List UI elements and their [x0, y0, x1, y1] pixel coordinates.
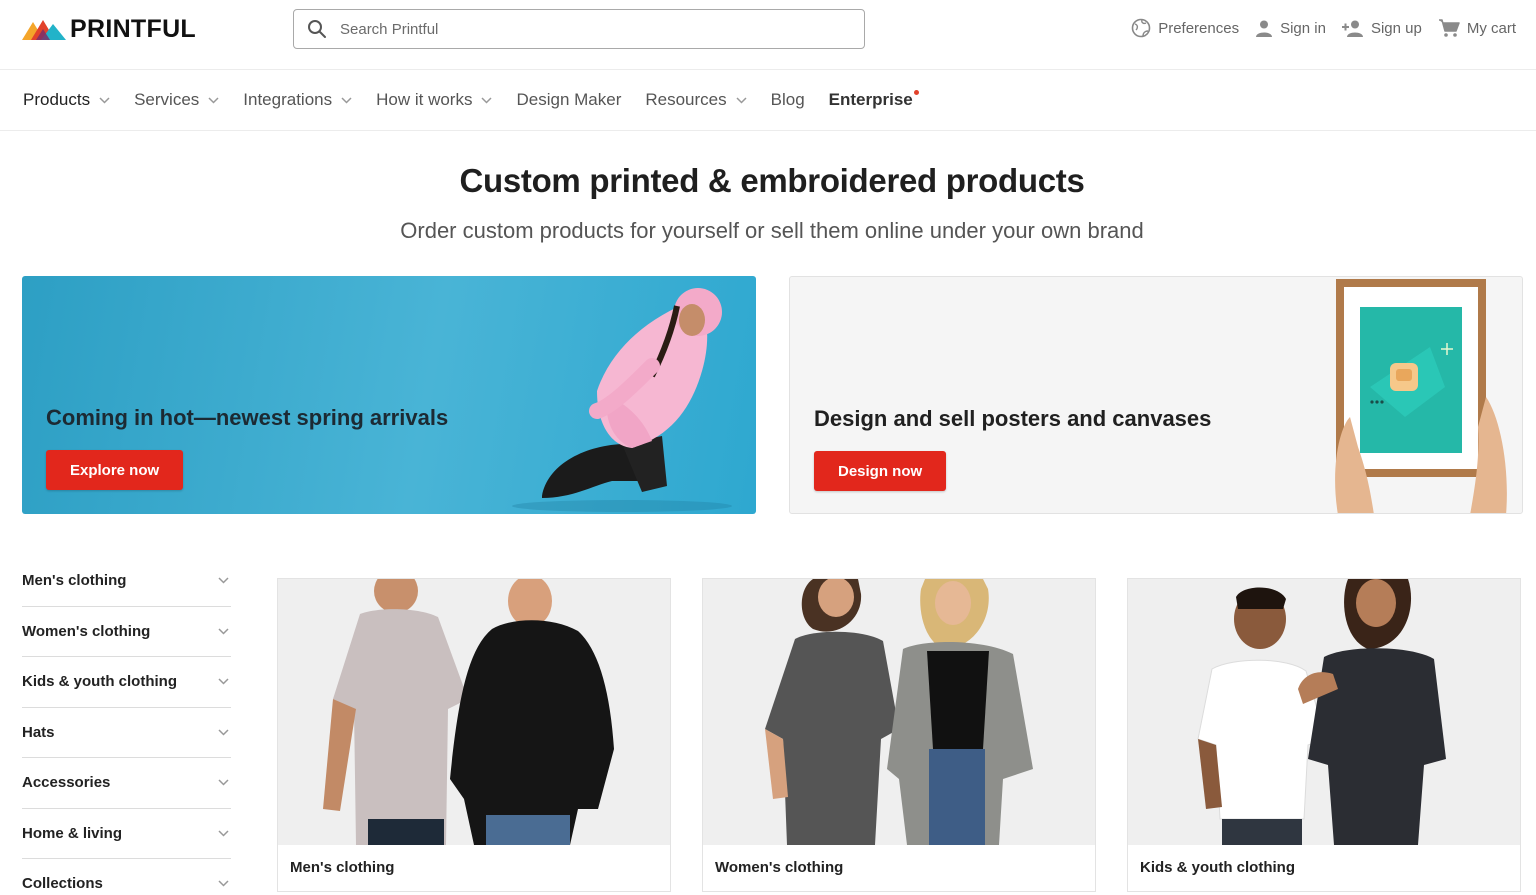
- kids-youth-clothing-image: [1128, 579, 1520, 845]
- nav-enterprise[interactable]: Enterprise: [828, 89, 919, 110]
- nav-products-label: Products: [23, 90, 91, 109]
- sidebar-item-label: Kids & youth clothing: [22, 673, 177, 691]
- sidebar-item-label: Men's clothing: [22, 572, 127, 590]
- chevron-down-icon: [218, 880, 229, 887]
- category-sidebar: Men's clothing Women's clothing Kids & y…: [22, 556, 231, 895]
- sidebar-item-hats[interactable]: Hats: [22, 708, 231, 758]
- sign-in-link[interactable]: Sign in: [1255, 19, 1326, 37]
- search-icon: [308, 20, 326, 38]
- chevron-down-icon: [481, 96, 493, 104]
- cart-icon: [1438, 19, 1460, 37]
- nav-products[interactable]: Products: [23, 90, 110, 110]
- category-card-mens-clothing[interactable]: Men's clothing: [277, 578, 671, 892]
- card-label: Men's clothing: [290, 859, 395, 876]
- category-card-kids-youth-clothing[interactable]: Kids & youth clothing: [1127, 578, 1521, 892]
- page-subtitle: Order custom products for yourself or se…: [400, 218, 1144, 243]
- model-pink-hoodie-image: [512, 288, 732, 512]
- nav-enterprise-label: Enterprise: [828, 90, 913, 109]
- cart-link[interactable]: My cart: [1438, 18, 1516, 38]
- chevron-down-icon: [736, 96, 747, 104]
- top-bar: PRINTFUL Preferences Sign in: [0, 0, 1536, 70]
- nav-blog[interactable]: Blog: [771, 90, 805, 110]
- models-kids-tees-image: [1197, 579, 1446, 845]
- logo-mountains-icon: [22, 20, 66, 40]
- logo-wordmark: PRINTFUL: [70, 14, 196, 43]
- page-title: Custom printed & embroidered products: [459, 162, 1085, 199]
- banner-title: Coming in hot—newest spring arrivals: [46, 405, 449, 430]
- sidebar-item-label: Home & living: [22, 824, 123, 842]
- chevron-down-icon: [99, 96, 110, 104]
- nav-integrations[interactable]: Integrations: [243, 90, 352, 110]
- sidebar-item-collections[interactable]: Collections: [22, 859, 231, 895]
- sidebar-item-kids-youth-clothing[interactable]: Kids & youth clothing: [22, 657, 231, 708]
- chevron-down-icon: [218, 628, 229, 635]
- preferences-label: Preferences: [1158, 19, 1240, 37]
- category-card-womens-clothing[interactable]: Women's clothing: [702, 578, 1096, 892]
- sign-in-label: Sign in: [1280, 19, 1326, 37]
- card-label: Women's clothing: [715, 859, 844, 876]
- models-tshirt-hoodie-image: [323, 579, 614, 845]
- chevron-down-icon: [208, 96, 219, 104]
- top-actions: Preferences Sign in Sign up My cart: [1115, 16, 1516, 40]
- search-input[interactable]: [340, 20, 820, 38]
- chevron-down-icon: [218, 678, 229, 685]
- chevron-down-icon: [218, 577, 229, 584]
- sidebar-item-label: Collections: [22, 875, 103, 893]
- posters-canvases-banner[interactable]: Design and sell posters and canvases Des…: [789, 276, 1523, 514]
- sidebar-item-womens-clothing[interactable]: Women's clothing: [22, 607, 231, 657]
- womens-clothing-image: [703, 579, 1095, 845]
- nav-services-label: Services: [134, 90, 200, 109]
- nav-how-it-works[interactable]: How it works: [376, 90, 493, 110]
- preferences-link[interactable]: Preferences: [1131, 18, 1239, 38]
- nav-resources-label: Resources: [645, 90, 727, 109]
- sidebar-item-label: Women's clothing: [22, 622, 151, 640]
- sign-up-link[interactable]: Sign up: [1341, 19, 1422, 37]
- user-icon: [1256, 20, 1273, 37]
- globe-icon: [1131, 18, 1151, 38]
- chevron-down-icon: [218, 779, 229, 786]
- explore-now-button[interactable]: Explore now: [46, 450, 184, 490]
- add-user-icon: [1341, 20, 1363, 37]
- search-box[interactable]: [293, 9, 865, 49]
- cart-label: My cart: [1466, 19, 1516, 37]
- sidebar-item-label: Hats: [22, 723, 55, 741]
- new-dot-indicator: [913, 89, 919, 95]
- nav-design-maker-label: Design Maker: [516, 90, 622, 109]
- nav-blog-label: Blog: [770, 90, 805, 109]
- nav-integrations-label: Integrations: [243, 90, 333, 109]
- sidebar-item-home-living[interactable]: Home & living: [22, 809, 231, 859]
- framed-poster-image: [1335, 279, 1507, 513]
- nav-resources[interactable]: Resources: [645, 90, 747, 110]
- chevron-down-icon: [218, 729, 229, 736]
- sign-up-label: Sign up: [1370, 19, 1422, 37]
- banner-title: Design and sell posters and canvases: [814, 406, 1212, 431]
- nav-design-maker[interactable]: Design Maker: [516, 90, 621, 110]
- nav-services[interactable]: Services: [134, 90, 219, 110]
- sidebar-item-label: Accessories: [22, 774, 111, 792]
- printful-logo[interactable]: PRINTFUL: [22, 14, 196, 44]
- sidebar-item-accessories[interactable]: Accessories: [22, 758, 231, 809]
- card-label: Kids & youth clothing: [1140, 859, 1295, 876]
- sidebar-item-mens-clothing[interactable]: Men's clothing: [22, 556, 231, 607]
- main-nav: Products Services Integrations How it wo…: [0, 70, 1536, 131]
- design-now-button[interactable]: Design now: [814, 451, 947, 491]
- mens-clothing-image: [278, 579, 670, 845]
- chevron-down-icon: [218, 830, 229, 837]
- models-womens-tees-image: [765, 579, 1033, 845]
- chevron-down-icon: [341, 96, 352, 104]
- spring-arrivals-banner[interactable]: Coming in hot—newest spring arrivals Exp…: [22, 276, 756, 514]
- nav-how-it-works-label: How it works: [376, 90, 473, 109]
